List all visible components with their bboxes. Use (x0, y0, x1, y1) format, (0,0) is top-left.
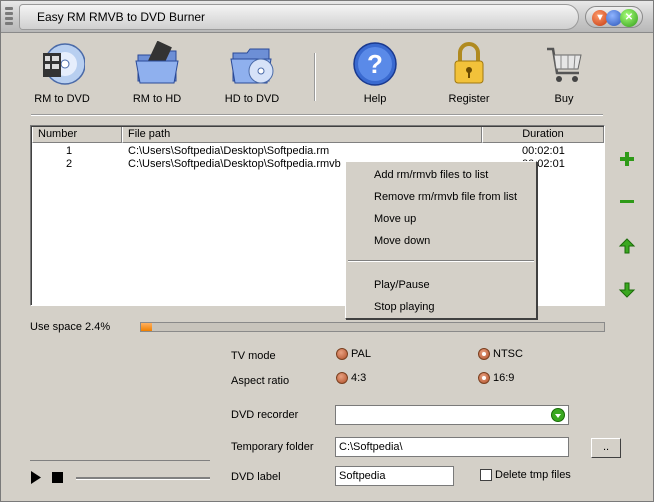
column-duration[interactable]: Duration (482, 127, 604, 143)
register-label: Register (448, 93, 490, 105)
menu-separator (348, 260, 534, 262)
aspect-16-9-radio[interactable] (478, 372, 490, 384)
aspect-4-3-label: 4:3 (351, 372, 367, 384)
arrow-down-icon[interactable] (618, 281, 636, 299)
row-number: 2 (66, 158, 73, 170)
menu-add-files[interactable]: Add rm/rmvb files to list (348, 165, 534, 185)
rm-to-hd-button[interactable]: RM to HD (122, 40, 192, 109)
list-header: Number File path Duration (32, 127, 604, 143)
menu-stop-playing[interactable]: Stop playing (348, 297, 534, 317)
menu-move-up[interactable]: Move up (348, 209, 534, 229)
row-path: C:\Users\Softpedia\Desktop\Softpedia.rm (128, 145, 330, 157)
use-space-label: Use space 2.4% (30, 321, 111, 333)
dvd-label-label: DVD label (231, 471, 281, 483)
ntsc-label: NTSC (493, 348, 523, 360)
column-number[interactable]: Number (32, 127, 122, 143)
temporary-folder-label: Temporary folder (231, 441, 314, 453)
close-icon[interactable]: ✕ (620, 9, 638, 27)
browse-button[interactable]: .. (591, 438, 621, 458)
ntsc-radio[interactable] (478, 348, 490, 360)
play-icon[interactable] (30, 471, 42, 487)
delete-tmp-checkbox[interactable] (480, 469, 492, 481)
stop-icon[interactable] (52, 472, 63, 486)
svg-text:?: ? (367, 49, 383, 79)
menu-play-pause[interactable]: Play/Pause (348, 275, 534, 295)
rm-to-dvd-button[interactable]: RM to DVD (27, 41, 97, 109)
shopping-cart-icon (541, 41, 587, 87)
temporary-folder-input[interactable]: C:\Softpedia\ (335, 437, 569, 457)
tv-mode-label: TV mode (231, 350, 276, 362)
use-space-bar (140, 322, 605, 332)
row-number: 1 (66, 145, 73, 157)
row-path: C:\Users\Softpedia\Desktop\Softpedia.rmv… (128, 158, 341, 170)
title-bar[interactable]: Easy RM RMVB to DVD Burner ▾ ✕ (1, 1, 653, 33)
use-space-fill (141, 323, 153, 331)
player-divider (30, 460, 210, 461)
register-button[interactable]: Register (434, 41, 504, 109)
rm-to-hd-label: RM to HD (132, 93, 182, 105)
row-duration: 00:02:01 (522, 145, 565, 157)
buy-label: Buy (554, 93, 574, 105)
menu-move-down[interactable]: Move down (348, 231, 534, 251)
toolbar-divider (31, 114, 603, 116)
menu-remove-file[interactable]: Remove rm/rmvb file from list (348, 187, 534, 207)
plus-icon[interactable] (618, 150, 636, 168)
buy-button[interactable]: Buy (529, 41, 599, 109)
column-file-path[interactable]: File path (122, 127, 482, 143)
window-title: Easy RM RMVB to DVD Burner (37, 10, 206, 24)
rm-to-dvd-label: RM to DVD (34, 93, 90, 105)
arrow-up-icon[interactable] (618, 237, 636, 255)
playback-slider[interactable] (76, 477, 210, 480)
minus-icon[interactable] (618, 193, 636, 211)
help-label: Help (363, 93, 387, 105)
pal-radio[interactable] (336, 348, 348, 360)
aspect-4-3-radio[interactable] (336, 372, 348, 384)
dvd-label-input[interactable]: Softpedia (335, 466, 454, 486)
help-button[interactable]: ? Help (340, 41, 410, 109)
dropdown-arrow-icon[interactable] (551, 408, 565, 422)
hd-to-dvd-label: HD to DVD (224, 93, 280, 105)
folder-disc-icon (229, 41, 275, 87)
film-disc-icon (39, 41, 86, 87)
table-row[interactable]: 1 C:\Users\Softpedia\Desktop\Softpedia.r… (32, 145, 592, 158)
folder-film-icon (134, 40, 180, 87)
delete-tmp-label: Delete tmp files (495, 469, 571, 481)
dvd-recorder-label: DVD recorder (231, 409, 299, 421)
toolbar-separator (314, 53, 316, 101)
aspect-16-9-label: 16:9 (493, 372, 515, 384)
window-controls: ▾ ✕ (585, 6, 643, 28)
context-menu: Add rm/rmvb files to list Remove rm/rmvb… (345, 161, 537, 319)
lock-icon (446, 41, 492, 87)
aspect-ratio-label: Aspect ratio (231, 375, 290, 387)
dvd-recorder-select[interactable] (335, 405, 569, 425)
hd-to-dvd-button[interactable]: HD to DVD (217, 41, 287, 109)
pal-label: PAL (351, 348, 371, 360)
app-window: Easy RM RMVB to DVD Burner ▾ ✕ RM to DVD (0, 0, 654, 502)
help-icon: ? (352, 41, 398, 87)
grip-icon[interactable] (5, 5, 15, 27)
